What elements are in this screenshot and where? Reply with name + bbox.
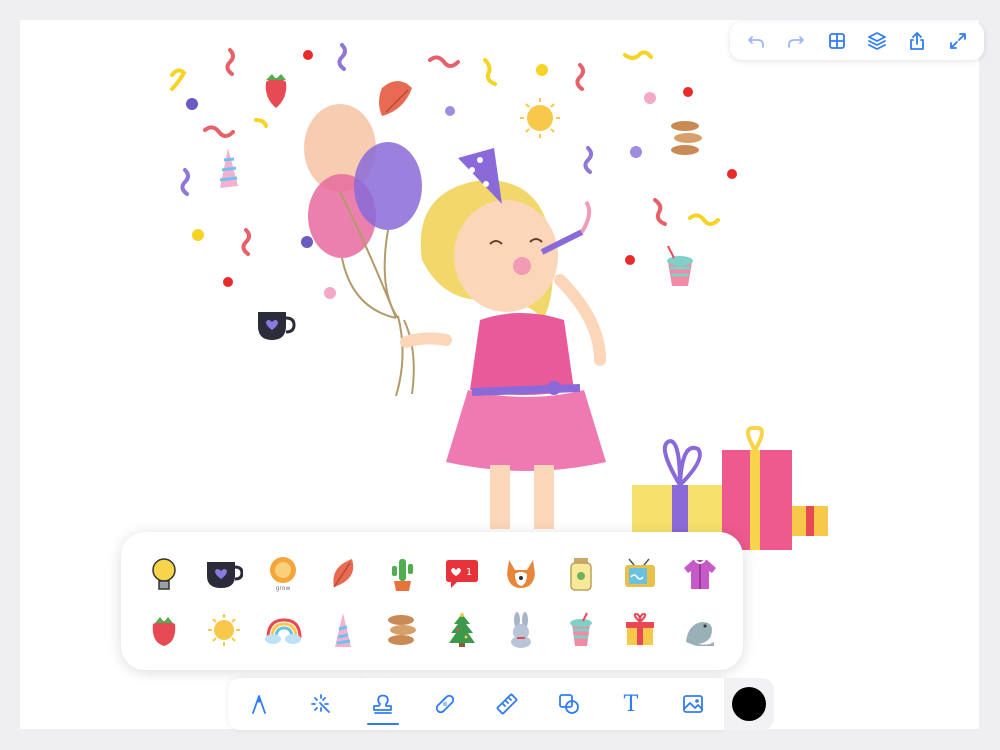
macarons-icon[interactable] bbox=[381, 609, 423, 651]
grid-icon[interactable] bbox=[822, 26, 852, 56]
christmas-tree-icon[interactable] bbox=[441, 609, 483, 651]
sticker-row bbox=[131, 602, 733, 658]
bandage-icon[interactable] bbox=[425, 681, 465, 727]
tool-bar: T bbox=[228, 678, 724, 730]
magic-wand-icon[interactable] bbox=[301, 681, 341, 727]
drink-cup-icon[interactable] bbox=[560, 609, 602, 651]
seal-icon[interactable] bbox=[679, 609, 721, 651]
jacket-icon[interactable] bbox=[679, 553, 721, 595]
sticker-palette: grow 1 bbox=[121, 532, 743, 670]
stamp-icon[interactable] bbox=[363, 681, 403, 727]
tv-icon[interactable] bbox=[619, 553, 661, 595]
text-icon[interactable]: T bbox=[611, 681, 651, 727]
layers-icon[interactable] bbox=[862, 26, 892, 56]
redo-icon[interactable] bbox=[781, 26, 811, 56]
notification-count: 1 bbox=[466, 567, 472, 578]
undo-icon[interactable] bbox=[741, 26, 771, 56]
ruler-icon[interactable] bbox=[487, 681, 527, 727]
unicorn-horn-icon[interactable] bbox=[322, 609, 364, 651]
rainbow-cloud-icon[interactable] bbox=[262, 609, 304, 651]
pen-tool-icon[interactable] bbox=[239, 681, 279, 727]
expand-icon[interactable] bbox=[943, 26, 973, 56]
color-swatch[interactable] bbox=[732, 687, 766, 721]
jar-icon[interactable] bbox=[560, 553, 602, 595]
corgi-icon[interactable] bbox=[500, 553, 542, 595]
cactus-icon[interactable] bbox=[381, 553, 423, 595]
leaf-icon[interactable] bbox=[322, 553, 364, 595]
bunny-icon[interactable] bbox=[500, 609, 542, 651]
color-well bbox=[724, 678, 774, 730]
sun-icon[interactable] bbox=[203, 609, 245, 651]
image-icon[interactable] bbox=[673, 681, 713, 727]
notification-heart-icon[interactable]: 1 bbox=[441, 553, 483, 595]
coffee-mug-icon[interactable] bbox=[203, 553, 245, 595]
strawberry-icon[interactable] bbox=[143, 609, 185, 651]
share-icon[interactable] bbox=[902, 26, 932, 56]
lightbulb-icon[interactable] bbox=[143, 553, 185, 595]
text-tool-glyph: T bbox=[623, 691, 639, 717]
top-toolbar bbox=[730, 22, 984, 60]
gift-box-icon[interactable] bbox=[619, 609, 661, 651]
lion-icon[interactable]: grow bbox=[262, 553, 304, 595]
lion-caption: grow bbox=[276, 585, 291, 592]
sticker-row: grow 1 bbox=[131, 546, 733, 602]
shapes-icon[interactable] bbox=[549, 681, 589, 727]
